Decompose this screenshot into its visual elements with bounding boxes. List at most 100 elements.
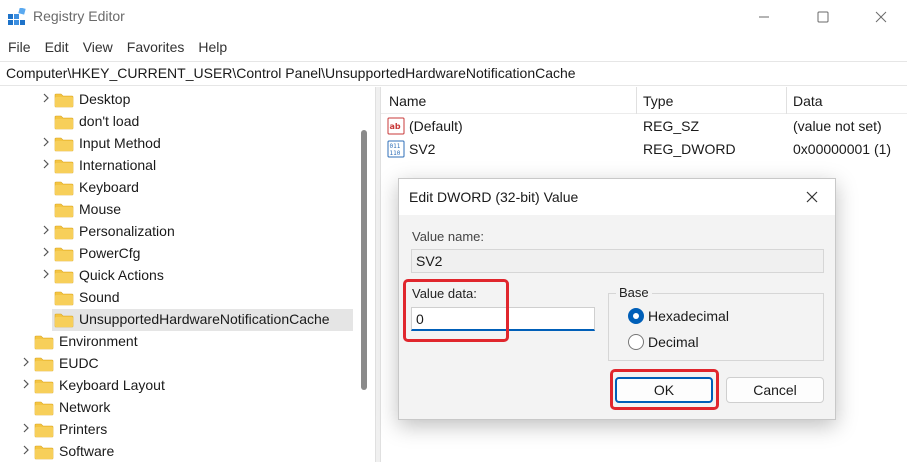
folder-icon — [54, 246, 74, 262]
binary-value-icon: 011 110 — [387, 140, 405, 158]
tree-item[interactable]: Network — [0, 397, 360, 419]
tree-item-label: PowerCfg — [79, 245, 141, 261]
menu-view[interactable]: View — [83, 37, 113, 59]
value-row-sv2[interactable]: 011 110 SV2 REG_DWORD 0x00000001 (1) — [381, 138, 907, 161]
close-window-button[interactable] — [858, 0, 904, 34]
decimal-label[interactable]: Decimal — [648, 334, 699, 350]
address-bar[interactable]: Computer\HKEY_CURRENT_USER\Control Panel… — [0, 61, 907, 86]
folder-icon — [54, 92, 74, 108]
tree-item-label: Keyboard — [79, 179, 139, 195]
ok-button-highlight — [610, 369, 719, 410]
minimize-icon — [759, 16, 769, 18]
chevron-right-icon[interactable] — [20, 445, 32, 459]
svg-text:110: 110 — [390, 150, 401, 157]
tree-item[interactable]: Printers — [0, 419, 360, 441]
tree-item[interactable]: Input Method — [0, 133, 360, 155]
dialog-title: Edit DWORD (32-bit) Value — [409, 189, 579, 205]
tree-item[interactable]: PowerCfg — [0, 243, 360, 265]
tree-item-label: Environment — [59, 333, 138, 349]
tree-item-label: Input Method — [79, 135, 161, 151]
folder-icon — [34, 356, 54, 372]
key-tree-pane: Desktop don't load Input Method Internation… — [0, 87, 375, 462]
tree-item-label: Mouse — [79, 201, 122, 217]
folder-icon — [34, 444, 54, 460]
chevron-right-icon[interactable] — [40, 269, 52, 283]
tree-item[interactable]: Software — [0, 441, 360, 462]
chevron-right-icon[interactable] — [20, 379, 32, 393]
tree-item-label: Keyboard Layout — [59, 377, 165, 393]
value-name: (Default) — [409, 118, 463, 134]
svg-text:ab: ab — [390, 122, 401, 131]
column-header-data[interactable]: Data — [793, 93, 823, 109]
folder-icon — [54, 268, 74, 284]
folder-icon — [34, 378, 54, 394]
tree-item-label: don't load — [79, 113, 140, 129]
menu-edit[interactable]: Edit — [45, 37, 69, 59]
column-header-name[interactable]: Name — [389, 93, 426, 109]
tree-item-label: Network — [59, 399, 111, 415]
tree-item-label: Printers — [59, 421, 108, 437]
tree-item[interactable]: EUDC — [0, 353, 360, 375]
window-title: Registry Editor — [33, 8, 125, 24]
hexadecimal-label[interactable]: Hexadecimal — [648, 308, 729, 324]
folder-icon — [54, 202, 74, 218]
decimal-radio[interactable] — [628, 334, 644, 350]
tree-scrollbar-thumb[interactable] — [361, 130, 367, 390]
value-data-highlight — [403, 279, 509, 342]
folder-icon — [54, 224, 74, 240]
menu-help[interactable]: Help — [198, 37, 227, 59]
column-header-type[interactable]: Type — [643, 93, 673, 109]
minimize-button[interactable] — [741, 0, 787, 34]
registry-editor-app-icon — [8, 8, 26, 25]
tree-item[interactable]: Keyboard Layout — [0, 375, 360, 397]
maximize-button[interactable] — [800, 0, 846, 34]
chevron-right-icon[interactable] — [40, 247, 52, 261]
chevron-right-icon[interactable] — [20, 423, 32, 437]
title-bar: Registry Editor — [0, 0, 907, 34]
tree-item[interactable]: Keyboard — [0, 177, 360, 199]
menu-file[interactable]: File — [8, 37, 31, 59]
tree-item-label: Desktop — [79, 91, 131, 107]
value-type: REG_DWORD — [643, 141, 736, 157]
tree-item[interactable]: Quick Actions — [0, 265, 360, 287]
value-data: (value not set) — [793, 118, 882, 134]
tree-item-label: Sound — [79, 289, 120, 305]
value-row-default[interactable]: ab (Default) REG_SZ (value not set) — [381, 115, 907, 138]
tree-item[interactable]: Desktop — [0, 89, 360, 111]
column-divider[interactable] — [786, 87, 787, 114]
folder-icon — [54, 158, 74, 174]
tree-item[interactable]: UnsupportedHardwareNotificationCache — [0, 309, 360, 331]
cancel-button[interactable]: Cancel — [726, 377, 824, 403]
dialog-close-button[interactable] — [797, 183, 827, 211]
dialog-title-bar[interactable]: Edit DWORD (32-bit) Value — [399, 179, 835, 215]
tree-item[interactable]: International — [0, 155, 360, 177]
menu-favorites[interactable]: Favorites — [127, 37, 185, 59]
tree-item[interactable]: Sound — [0, 287, 360, 309]
value-data: 0x00000001 (1) — [793, 141, 892, 157]
hexadecimal-radio[interactable] — [628, 308, 644, 324]
tree-item[interactable]: Mouse — [0, 199, 360, 221]
chevron-right-icon[interactable] — [20, 357, 32, 371]
maximize-icon — [817, 11, 829, 23]
folder-icon — [34, 422, 54, 438]
folder-icon — [54, 136, 74, 152]
chevron-right-icon[interactable] — [40, 159, 52, 173]
folder-icon — [54, 114, 74, 130]
tree-item[interactable]: Personalization — [0, 221, 360, 243]
chevron-right-icon[interactable] — [40, 93, 52, 107]
tree-item-label: EUDC — [59, 355, 99, 371]
tree-item-label: International — [79, 157, 157, 173]
folder-icon — [54, 312, 74, 328]
string-value-icon: ab — [387, 117, 405, 135]
chevron-right-icon[interactable] — [40, 137, 52, 151]
value-name-field: SV2 — [411, 249, 824, 273]
tree-item[interactable]: Environment — [0, 331, 360, 353]
value-name: SV2 — [409, 141, 436, 157]
tree-item-label: Quick Actions — [79, 267, 164, 283]
value-name-text: SV2 — [416, 253, 443, 269]
chevron-right-icon[interactable] — [40, 225, 52, 239]
tree-item[interactable]: don't load — [0, 111, 360, 133]
column-divider[interactable] — [636, 87, 637, 114]
close-icon — [875, 11, 887, 23]
folder-icon — [34, 400, 54, 416]
